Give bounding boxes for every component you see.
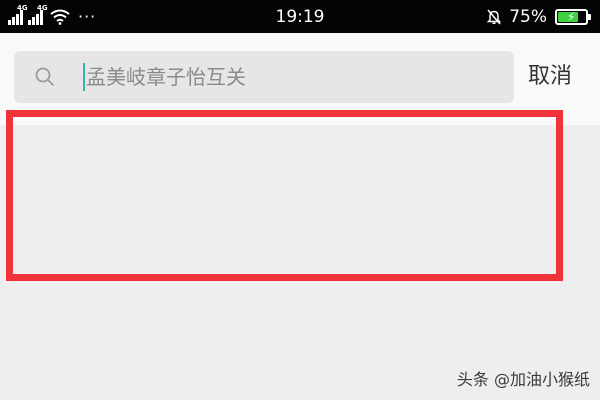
battery-icon: ⚡: [555, 9, 591, 25]
watermark: 头条 @加油小猴纸: [456, 370, 590, 389]
search-input[interactable]: 孟美岐章子怡互关: [86, 51, 246, 103]
status-bar: 4G 4G ··· 19:19 75% ⚡: [0, 0, 600, 33]
charging-bolt-icon: ⚡: [567, 10, 576, 24]
text-cursor: [83, 63, 85, 91]
muted-bell-icon: [486, 9, 502, 25]
search-box[interactable]: 孟美岐章子怡互关: [14, 51, 514, 103]
battery-percentage: 75%: [509, 7, 547, 27]
highlight-annotation-box: [6, 110, 563, 281]
cancel-button[interactable]: 取消: [528, 51, 572, 103]
search-icon: [35, 67, 54, 86]
status-bar-right: 75% ⚡: [485, 6, 591, 28]
phone-screen: 4G 4G ··· 19:19 75% ⚡ 孟美岐章子怡互关 取消 头条 @加油…: [0, 0, 600, 400]
